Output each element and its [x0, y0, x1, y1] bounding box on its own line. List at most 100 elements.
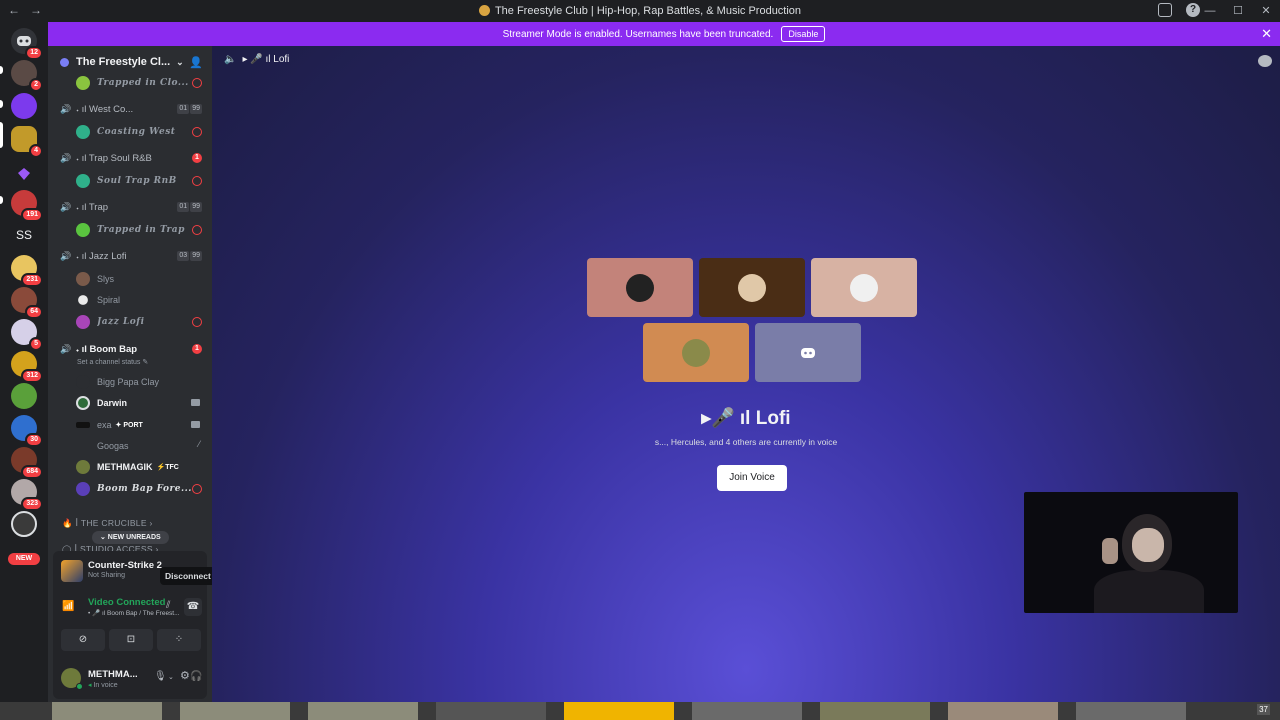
camera-off-button[interactable]: ⊘ [61, 629, 105, 651]
voice-member[interactable]: Bigg Papa Clay [76, 373, 212, 391]
voice-channel-boom-bap[interactable]: 🔊 𝆺 ıl Boom Bap 1 [48, 341, 212, 357]
server-icon-ss[interactable]: SS [11, 222, 37, 248]
category-crucible[interactable]: 🔥 ꟾ THE CRUCIBLE › [62, 518, 153, 529]
disconnect-tooltip: Disconnect [160, 567, 216, 585]
stream-icon [192, 78, 202, 88]
participant-tile[interactable] [587, 258, 693, 317]
server-logo-icon [478, 5, 490, 16]
server-icon[interactable]: 231 [11, 255, 43, 287]
server-icon[interactable]: 2 [11, 60, 43, 92]
speaker-icon: 🔊 [60, 251, 72, 261]
speaker-icon: 🔊 [60, 153, 72, 163]
taskbar-thumbnail[interactable] [692, 702, 802, 720]
join-voice-button[interactable]: Join Voice [717, 465, 787, 491]
camera-icon [191, 399, 200, 406]
taskbar-thumbnail[interactable] [308, 702, 418, 720]
taskbar-thumbnail[interactable] [436, 702, 546, 720]
banner-text: Streamer Mode is enabled. Usernames have… [502, 28, 774, 40]
member-name: exa [97, 420, 112, 430]
count-current: 01 [177, 202, 190, 212]
voice-member[interactable]: Trapped in Trap [76, 221, 212, 239]
screen-share-button[interactable]: ⊡ [109, 629, 153, 651]
server-icon-freestyle-club[interactable]: 4 [11, 126, 43, 158]
count-current: 03 [177, 251, 190, 261]
channel-header: 🔈 ▸ 🎤 ıl Lofi [224, 54, 289, 65]
close-icon[interactable]: ✕ [1261, 26, 1272, 42]
voice-channel-jazz-lofi[interactable]: 🔊 𝆺 ıl Jazz Lofi 03 99 [48, 248, 212, 264]
participant-tile[interactable] [811, 258, 917, 317]
server-icon[interactable]: 5 [11, 319, 43, 351]
server-icon[interactable]: 64 [11, 287, 43, 319]
gem-icon[interactable] [11, 161, 37, 187]
taskbar-thumbnail[interactable] [52, 702, 162, 720]
participant-tile[interactable] [699, 258, 805, 317]
activities-button[interactable]: ⁘ [157, 629, 201, 651]
headphones-icon[interactable]: 🎧 [190, 671, 202, 682]
channel-status-prompt[interactable]: Set a channel status ✎ [77, 358, 148, 366]
chevron-down-icon[interactable]: ⌄ [168, 673, 174, 681]
webcam-preview[interactable] [1024, 492, 1238, 613]
voice-channel-west-coast[interactable]: 🔊 𝆺 ıl West Co... 01 99 [48, 101, 212, 117]
game-name: Counter-Strike 2 [88, 560, 162, 571]
voice-member[interactable]: Darwin [76, 394, 212, 412]
avatar [76, 439, 90, 453]
voice-member[interactable]: Soul Trap RnB [76, 172, 212, 190]
disable-button[interactable]: Disable [781, 26, 826, 42]
server-icon[interactable]: 312 [11, 351, 43, 383]
unread-pill [0, 66, 3, 74]
server-icon[interactable] [11, 93, 37, 119]
voice-member[interactable]: Jazz Lofi [76, 313, 212, 331]
maximize-button[interactable]: ☐ [1224, 0, 1252, 22]
voice-member[interactable]: METHMAGIK ⚡TFC [76, 458, 212, 476]
inbox-icon[interactable] [1158, 3, 1172, 17]
participant-tile[interactable] [643, 323, 749, 382]
voice-member[interactable]: exa ✦ PORT [76, 416, 212, 434]
voice-member[interactable]: Googas ⁄ [76, 437, 212, 455]
taskbar-thumbnail[interactable] [948, 702, 1058, 720]
disconnect-button[interactable]: ☎ [184, 598, 202, 616]
unread-pill [0, 100, 3, 108]
participant-tile[interactable] [755, 323, 861, 382]
taskbar-thumbnail[interactable] [1076, 702, 1186, 720]
member-name: Googas [97, 441, 129, 451]
camera-icon [191, 421, 200, 428]
unread-badge: 12 [25, 46, 43, 60]
user-status-text: In voice [93, 682, 118, 689]
voice-member[interactable]: Slys [76, 270, 212, 288]
chat-icon[interactable] [1258, 55, 1272, 67]
add-member-icon[interactable]: 👤 [189, 56, 203, 69]
member-name: Boom Bap Fore... [97, 484, 192, 494]
voice-channel-trap-soul[interactable]: 🔊 𝆺 ıl Trap Soul R&B 1 [48, 150, 212, 166]
server-icon[interactable]: 191 [11, 190, 43, 222]
direct-messages-icon[interactable]: 12 [11, 28, 43, 60]
microphone-icon[interactable]: 🎙 [154, 671, 167, 682]
avatar [682, 338, 710, 367]
window-title: The Freestyle Club | Hip-Hop, Rap Battle… [0, 5, 1280, 17]
voice-member[interactable]: Spiral [76, 291, 212, 309]
voice-member[interactable]: Boom Bap Fore... [76, 480, 212, 498]
voice-channel-trap[interactable]: 🔊 𝆺 ıl Trap 01 99 [48, 199, 212, 215]
voice-member[interactable]: Coasting West [76, 123, 212, 141]
minimize-button[interactable]: — [1196, 0, 1224, 22]
server-icon[interactable] [11, 383, 37, 409]
member-name: Spiral [97, 295, 121, 305]
server-icon[interactable]: 323 [11, 479, 43, 511]
avatar [78, 295, 88, 305]
taskbar-thumbnail[interactable] [820, 702, 930, 720]
server-icon[interactable] [11, 511, 37, 537]
voice-member[interactable]: Trapped in Clo... [76, 74, 212, 92]
server-icon[interactable]: 30 [11, 415, 43, 447]
signal-icon[interactable]: 📶 [62, 601, 74, 612]
settings-icon[interactable]: ⚙ [180, 669, 190, 682]
noise-suppression-icon[interactable]: ⫽ [166, 600, 180, 614]
user-name[interactable]: METHMA... [88, 669, 138, 680]
new-badge[interactable]: NEW [8, 553, 40, 565]
taskbar-thumbnail[interactable] [564, 702, 674, 720]
avatar [626, 273, 654, 302]
close-button[interactable]: ✕ [1252, 0, 1280, 22]
taskbar-thumbnail[interactable] [180, 702, 290, 720]
deafened-icon: ⁄ [198, 439, 200, 449]
new-unreads-button[interactable]: ⌄ NEW UNREADS [92, 531, 169, 544]
server-icon[interactable]: 684 [11, 447, 43, 479]
voice-status[interactable]: Video Connected [88, 597, 165, 608]
